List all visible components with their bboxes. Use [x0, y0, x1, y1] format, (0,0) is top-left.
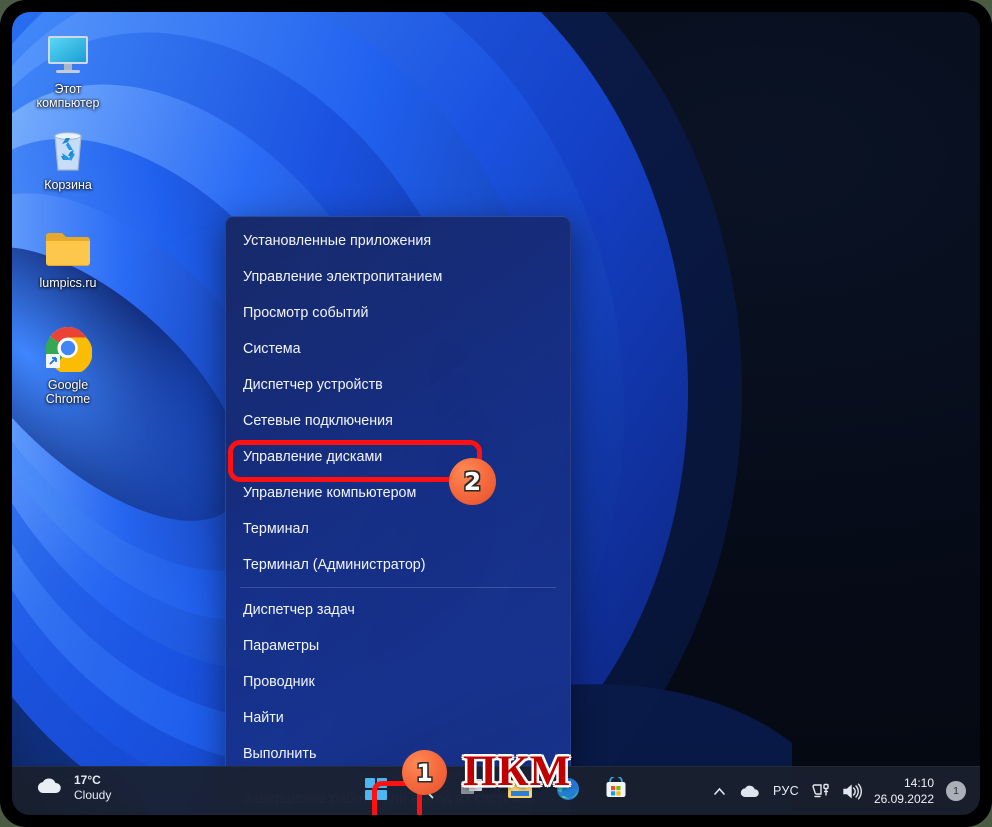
show-hidden-icons-button[interactable] — [712, 784, 727, 799]
menu-item-search[interactable]: Найти — [226, 700, 570, 736]
microsoft-store-button[interactable] — [596, 771, 636, 811]
screenshot-root: Этот компьютер Корзина lumpics.ru Google… — [0, 0, 992, 827]
desktop-icon-lumpics-folder[interactable]: lumpics.ru — [22, 220, 114, 290]
desktop-icon-label: Корзина — [44, 178, 92, 192]
menu-item-terminal-admin[interactable]: Терминал (Администратор) — [226, 547, 570, 583]
menu-item-device-manager[interactable]: Диспетчер устройств — [226, 367, 570, 403]
step-badge-2: 2 — [449, 458, 496, 505]
menu-item-file-explorer[interactable]: Проводник — [226, 664, 570, 700]
desktop-icon-google-chrome[interactable]: Google Chrome — [22, 322, 114, 406]
chrome-icon — [22, 322, 114, 372]
system-tray[interactable]: РУС 14:10 26.09.2022 1 — [712, 767, 966, 815]
menu-item-network-connections[interactable]: Сетевые подключения — [226, 403, 570, 439]
menu-item-disk-management[interactable]: Управление дисками — [226, 439, 570, 475]
desktop[interactable]: Этот компьютер Корзина lumpics.ru Google… — [12, 12, 980, 815]
clock-time: 14:10 — [903, 776, 934, 790]
menu-item-system[interactable]: Система — [226, 331, 570, 367]
notification-badge[interactable]: 1 — [946, 781, 966, 801]
menu-item-terminal[interactable]: Терминал — [226, 511, 570, 547]
desktop-icon-label: lumpics.ru — [39, 276, 97, 290]
weather-temperature: 17°C — [74, 773, 101, 787]
weather-condition: Cloudy — [74, 788, 112, 802]
desktop-icon-this-pc[interactable]: Этот компьютер — [22, 26, 114, 110]
menu-item-installed-apps[interactable]: Установленные приложения — [226, 223, 570, 259]
menu-item-task-manager[interactable]: Диспетчер задач — [226, 592, 570, 628]
menu-item-power-options[interactable]: Управление электропитанием — [226, 259, 570, 295]
onedrive-cloud-icon[interactable] — [739, 783, 761, 799]
folder-icon — [22, 220, 114, 270]
weather-text: 17°C Cloudy — [74, 773, 111, 803]
desktop-icon-recycle-bin[interactable]: Корзина — [22, 122, 114, 192]
network-icon[interactable] — [811, 783, 830, 800]
volume-icon[interactable] — [842, 783, 862, 800]
right-click-caption: ПКМ — [463, 748, 572, 795]
start-button[interactable] — [356, 771, 396, 811]
context-menu-group: Диспетчер задач Параметры Проводник Найт… — [226, 592, 570, 772]
monitor-icon — [22, 26, 114, 76]
store-icon — [604, 774, 628, 806]
recycle-bin-icon — [22, 122, 114, 172]
clock[interactable]: 14:10 26.09.2022 — [874, 775, 934, 807]
taskbar-weather-widget[interactable]: 17°C Cloudy — [34, 773, 111, 803]
menu-separator — [240, 587, 556, 588]
menu-item-event-viewer[interactable]: Просмотр событий — [226, 295, 570, 331]
menu-item-settings[interactable]: Параметры — [226, 628, 570, 664]
context-menu-group: Установленные приложения Управление элек… — [226, 223, 570, 583]
clock-date: 26.09.2022 — [873, 792, 934, 806]
win-x-context-menu[interactable]: Установленные приложения Управление элек… — [225, 216, 571, 815]
windows-logo-icon — [365, 777, 387, 805]
desktop-icon-label: Google Chrome — [45, 378, 91, 406]
step-badge-1: 1 — [402, 750, 447, 795]
menu-item-computer-management[interactable]: Управление компьютером — [226, 475, 570, 511]
language-indicator[interactable]: РУС — [773, 784, 799, 798]
desktop-icon-label: Этот компьютер — [36, 82, 100, 110]
cloud-icon — [34, 775, 64, 802]
